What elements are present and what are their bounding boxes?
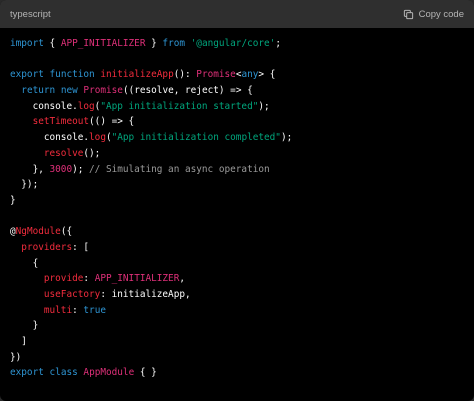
code-token: true (83, 304, 106, 316)
code-token: (() => { (89, 116, 135, 128)
code-token: Promise (83, 85, 123, 97)
code-line: ] (10, 334, 464, 350)
code-line: useFactory: initializeApp, (10, 287, 464, 303)
code-token: AppModule (83, 367, 135, 379)
code-token: } (10, 194, 16, 206)
code-token: : (72, 304, 84, 316)
code-token: multi (43, 304, 73, 316)
code-token: 3000 (49, 163, 73, 175)
language-label: typescript (10, 8, 51, 20)
code-token: Promise (196, 69, 236, 81)
code-token: ); (72, 163, 90, 175)
code-token: ); (258, 100, 270, 112)
code-token: export (10, 367, 44, 379)
code-line: provide: APP_INITIALIZER, (10, 271, 464, 287)
code-token: any (241, 69, 259, 81)
code-token: APP_INITIALIZER (60, 38, 146, 49)
code-token: import (10, 38, 44, 49)
code-token: '@angular/core' (190, 38, 276, 49)
code-token: } (10, 320, 39, 332)
code-token: }) (10, 351, 22, 363)
code-token: setTimeout (32, 116, 90, 128)
code-token: log (89, 132, 106, 144)
code-line: providers: [ (10, 240, 464, 256)
code-line: }, 3000); // Simulating an async operati… (10, 162, 464, 178)
code-token: console. (10, 132, 90, 144)
code-token: initializeApp (100, 69, 174, 81)
code-line: resolve(); (10, 146, 464, 162)
code-token: // Simulating an async operation (89, 163, 270, 175)
code-token: providers (21, 241, 73, 253)
code-token: "App initialization completed" (111, 132, 281, 144)
code-line: console.log("App initialization complete… (10, 130, 464, 146)
code-token: log (77, 100, 95, 112)
code-line: import { APP_INITIALIZER } from '@angula… (10, 36, 464, 52)
code-token: (); (83, 147, 101, 159)
code-token: ((resolve, reject) => { (122, 85, 253, 97)
code-token: function (49, 69, 95, 81)
code-token: : [ (72, 241, 90, 253)
code-line: console.log("App initialization started"… (10, 99, 464, 115)
code-line: }); (10, 177, 464, 193)
code-token: new (60, 85, 78, 97)
code-line: return new Promise((resolve, reject) => … (10, 83, 464, 99)
code-token: } (145, 38, 163, 49)
code-line: } (10, 193, 464, 209)
copy-code-label: Copy code (418, 8, 464, 20)
code-token: : (83, 273, 95, 285)
code-token: ; (275, 38, 281, 49)
code-token: "App initialization started" (100, 100, 259, 112)
code-line: @NgModule({ (10, 224, 464, 240)
code-token: (): (173, 69, 197, 81)
code-token: { (10, 257, 39, 269)
code-token: : initializeApp, (100, 289, 191, 300)
copy-icon (403, 9, 414, 20)
code-token: ] (10, 336, 27, 348)
code-line: } (10, 318, 464, 334)
code-token: ({ (60, 226, 73, 238)
code-token: > { (258, 69, 276, 81)
code-token: provide (43, 273, 84, 285)
code-line: export class AppModule { } (10, 365, 464, 381)
code-token: return (21, 85, 56, 97)
code-token: APP_INITIALIZER (94, 273, 180, 285)
code-block-header: typescript Copy code (0, 0, 474, 28)
code-token: }, (10, 163, 50, 175)
code-token: from (162, 38, 185, 49)
code-line: { (10, 256, 464, 272)
code-token: class (49, 367, 78, 379)
code-token: resolve (43, 147, 84, 159)
code-token: console. (10, 100, 78, 112)
code-token: useFactory (43, 289, 101, 300)
code-token: { (43, 38, 61, 49)
code-token: , (179, 273, 186, 285)
code-line: }) (10, 350, 464, 366)
code-block: typescript Copy code import { APP_INITIA… (0, 0, 474, 401)
code-line: export function initializeApp(): Promise… (10, 67, 464, 83)
code-content: import { APP_INITIALIZER } from '@angula… (0, 28, 474, 381)
code-line: setTimeout(() => { (10, 114, 464, 130)
code-line: multi: true (10, 303, 464, 319)
copy-code-button[interactable]: Copy code (403, 9, 464, 20)
code-token: NgModule (15, 226, 61, 238)
code-token: { } (134, 367, 157, 379)
code-token: ); (280, 132, 293, 144)
code-token: export (10, 69, 44, 81)
code-token: }); (10, 179, 39, 191)
